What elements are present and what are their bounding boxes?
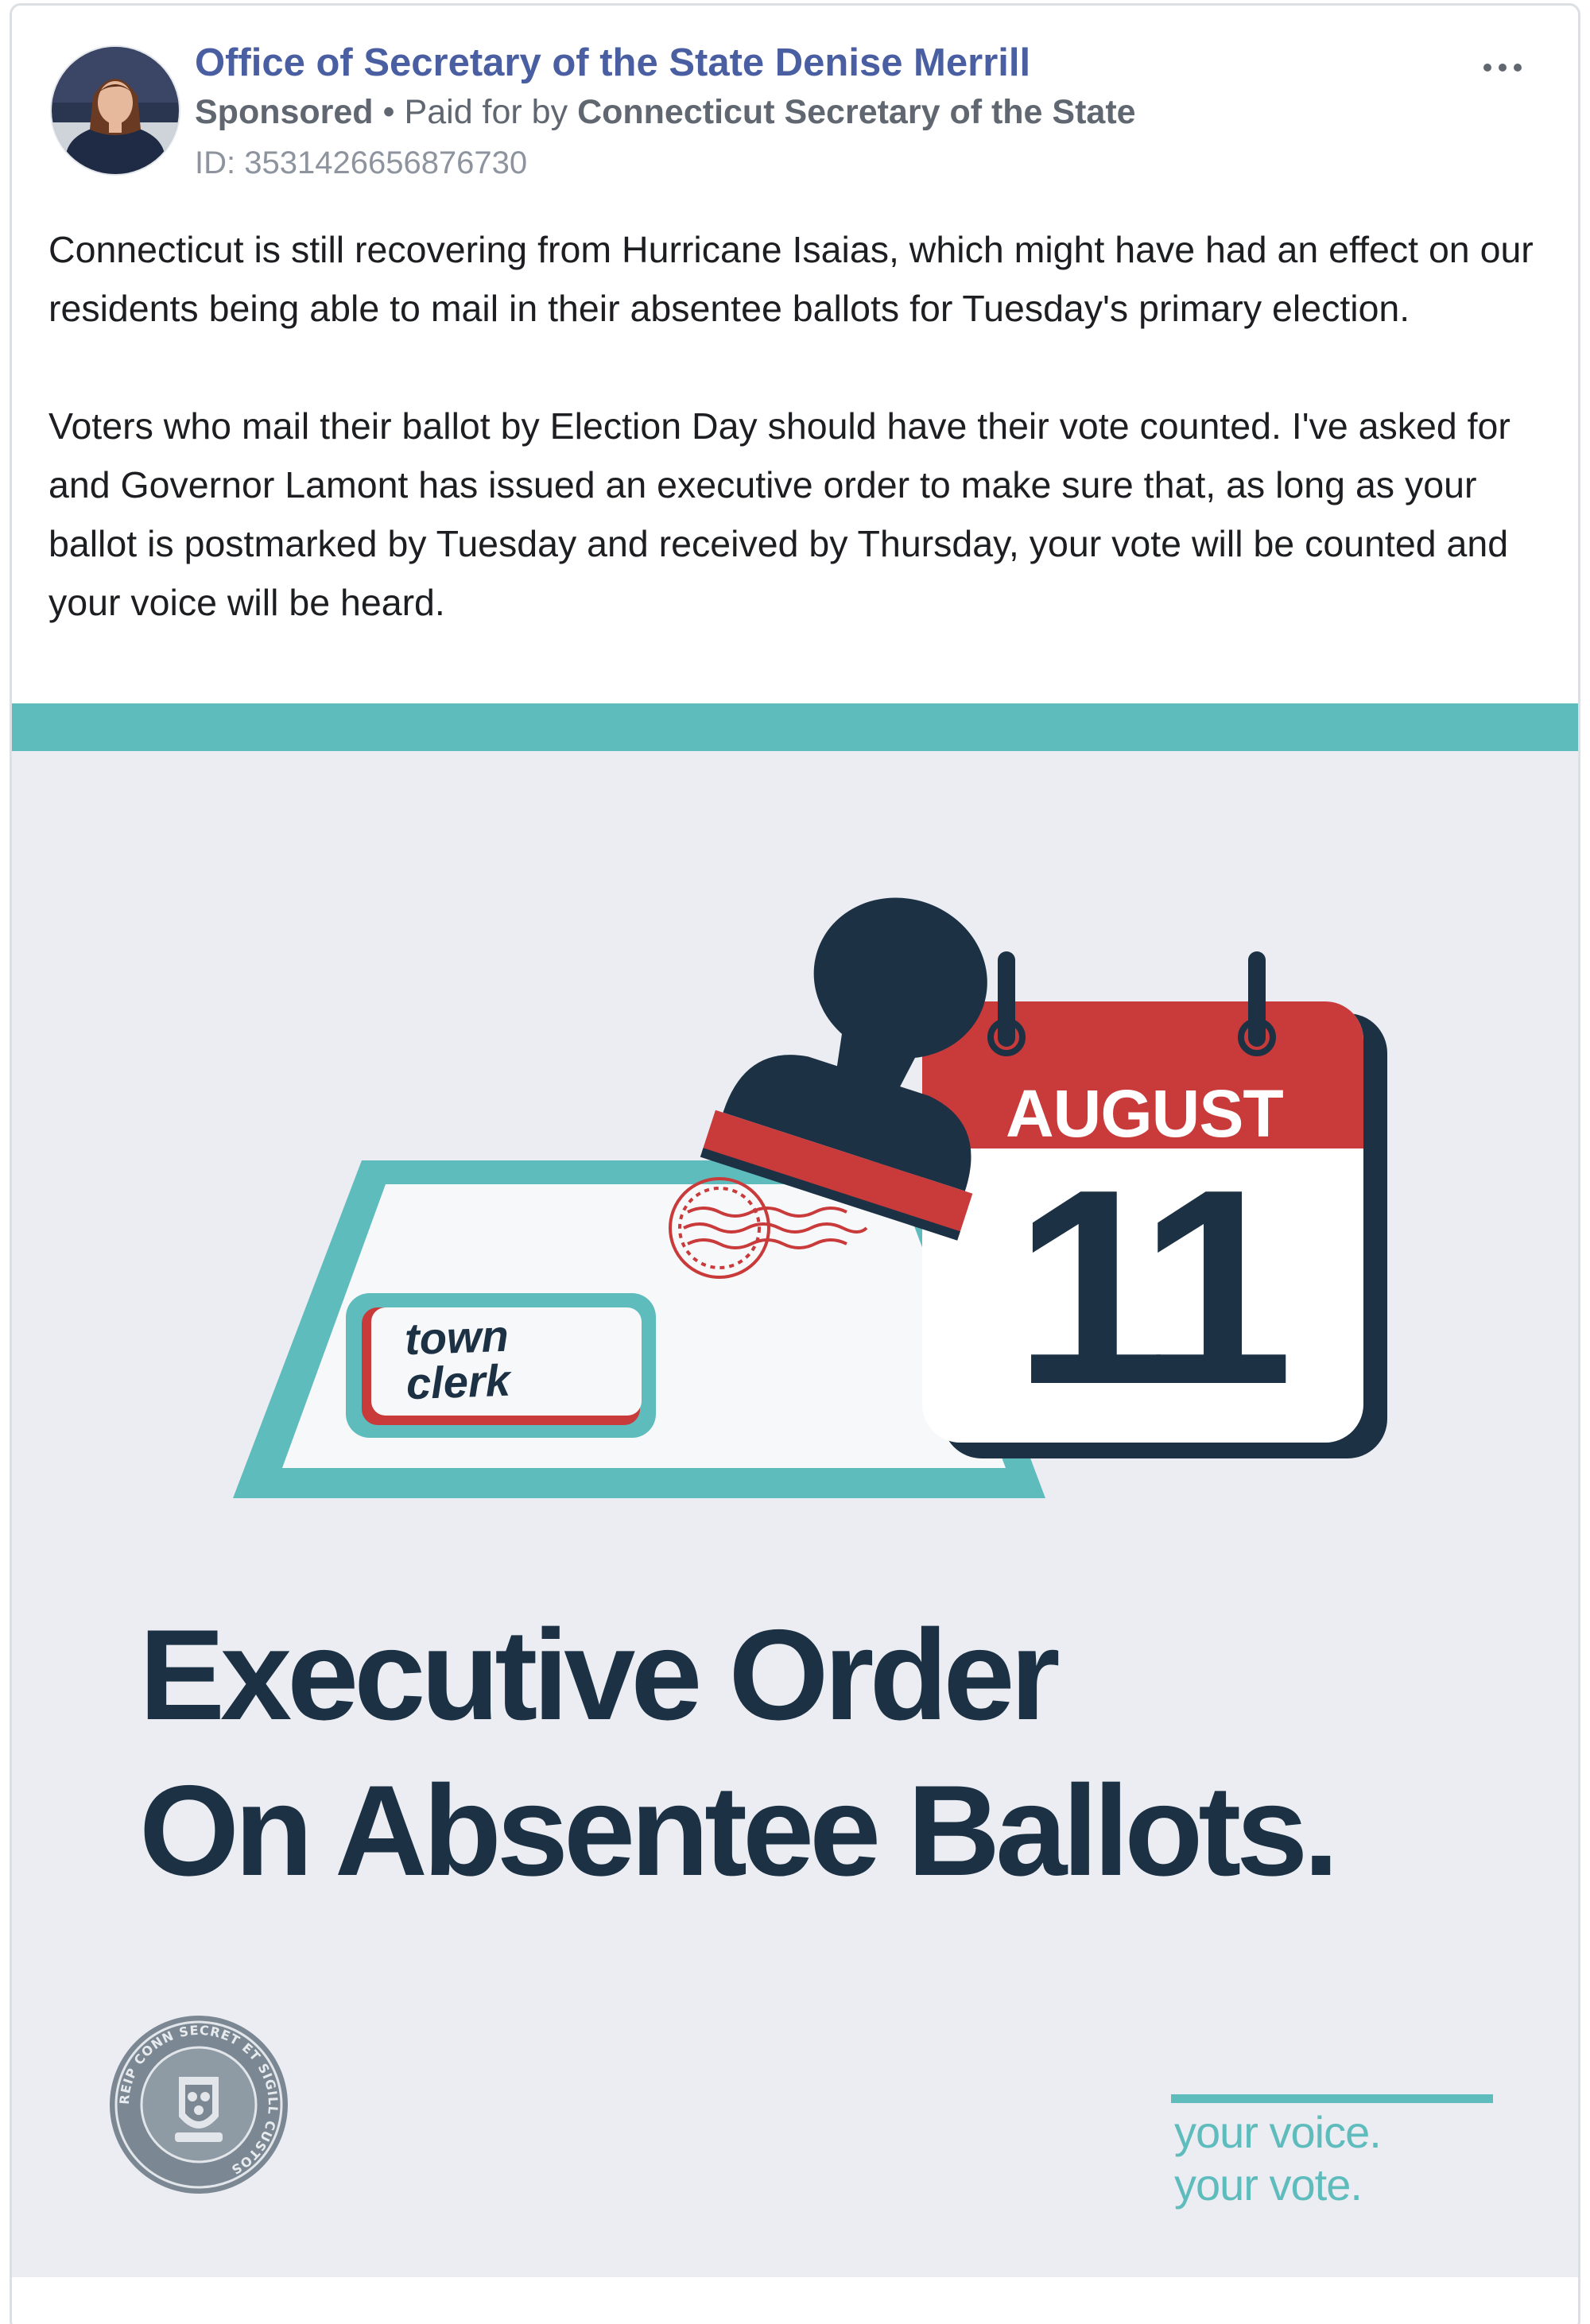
avatar-portrait-icon <box>52 47 179 174</box>
paid-for-by-entity: Connecticut Secretary of the State <box>577 93 1136 131</box>
envelope-label-line-1: town <box>403 1310 510 1365</box>
sponsorship-line: Sponsored • Paid for by Connecticut Secr… <box>195 93 1136 132</box>
more-dot <box>1483 64 1491 72</box>
ad-card: Office of Secretary of the State Denise … <box>10 3 1580 2324</box>
paid-for-prefix: Paid for by <box>404 93 568 131</box>
more-options-icon[interactable] <box>1467 44 1538 91</box>
separator-dot: • <box>382 93 395 131</box>
headline-line-2: On Absentee Ballots. <box>139 1759 1339 1903</box>
sponsored-label: Sponsored <box>195 93 374 131</box>
state-seal-icon: REIP CONN SECRET ET SIGILL CUSTOS <box>110 2016 288 2194</box>
tagline-rule <box>1171 2094 1493 2103</box>
post-paragraph-2: Voters who mail their ballot by Election… <box>48 405 1510 623</box>
tagline-line-1: your voice. <box>1174 2107 1382 2157</box>
tagline-line-2: your vote. <box>1174 2159 1363 2210</box>
ad-id: ID: 3531426656876730 <box>195 145 528 180</box>
more-dot <box>1499 64 1507 72</box>
more-dot <box>1514 64 1522 72</box>
post-paragraph-1: Connecticut is still recovering from Hur… <box>48 229 1534 329</box>
ad-creative-image[interactable]: AUGUST 11 town clerk Executive Order On … <box>12 703 1578 2277</box>
envelope-label: town clerk <box>403 1310 511 1409</box>
page: Office of Secretary of the State Denise … <box>0 0 1590 2324</box>
calendar-day: 11 <box>1014 1132 1293 1443</box>
post-body: Connecticut is still recovering from Hur… <box>48 220 1575 632</box>
advertiser-avatar[interactable] <box>50 45 180 176</box>
creative-headline: Executive Order On Absentee Ballots. <box>139 1598 1339 1909</box>
headline-line-1: Executive Order <box>139 1603 1061 1747</box>
advertiser-name-link[interactable]: Office of Secretary of the State Denise … <box>195 41 1030 85</box>
tagline: your voice. your vote. <box>1174 2106 1382 2211</box>
envelope-label-line-2: clerk <box>405 1354 511 1409</box>
